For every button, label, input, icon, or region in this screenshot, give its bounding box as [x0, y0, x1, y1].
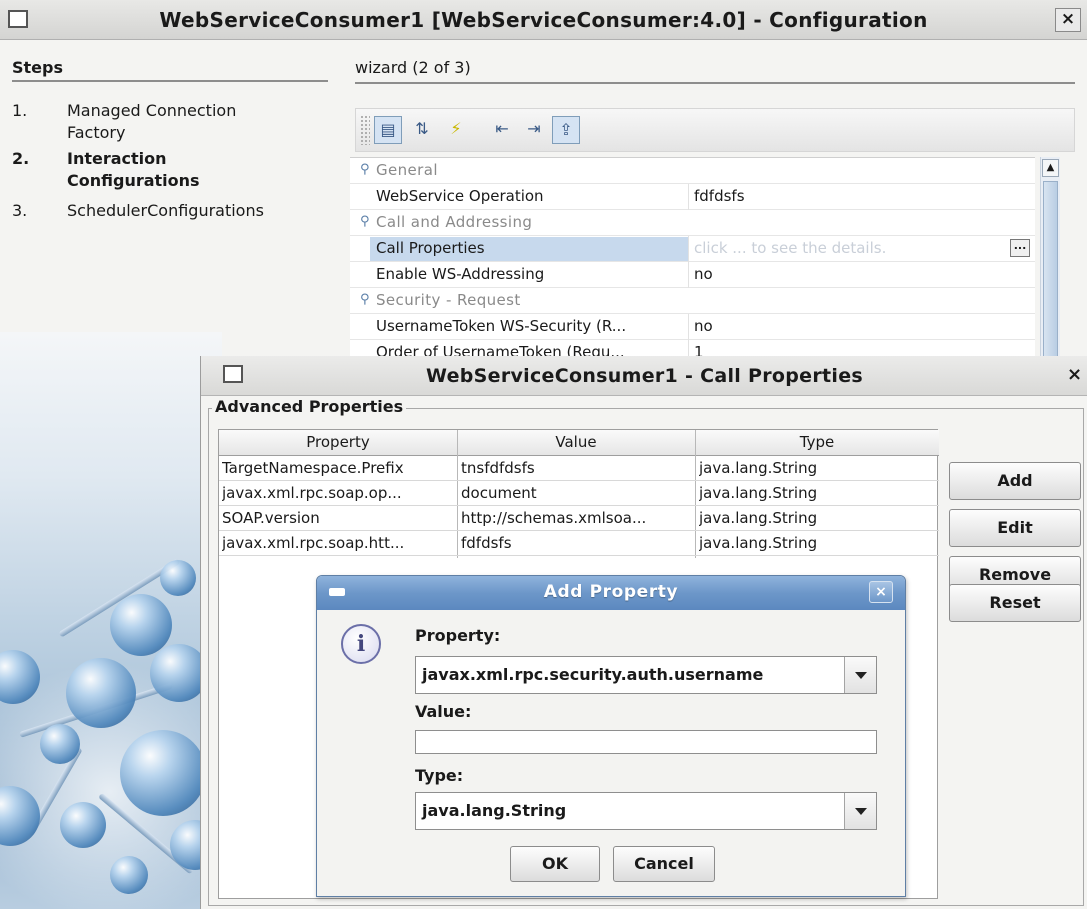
table-row[interactable]: javax.xml.rpc.soap.op... document java.l… — [219, 481, 939, 506]
categorized-view-icon[interactable]: ▤ — [374, 116, 402, 144]
property-sheet-toolbar: ▤ ⇅ ⚡ ⇤ ⇥ ⇪ — [355, 108, 1075, 152]
category-row[interactable]: ⚲ General — [350, 158, 1035, 184]
cell-value: fdfdsfs — [461, 534, 512, 552]
step-label: Interaction Configurations — [67, 149, 200, 190]
wizard-divider — [355, 82, 1075, 84]
category-pin-icon: ⚲ — [360, 292, 370, 307]
steps-heading: Steps — [12, 58, 63, 77]
type-label: Type: — [415, 766, 464, 785]
category-pin-icon: ⚲ — [360, 214, 370, 229]
cancel-button[interactable]: Cancel — [613, 846, 715, 882]
ellipsis-button[interactable]: ... — [1010, 239, 1030, 257]
expand-icon[interactable]: ⇥ — [520, 116, 548, 144]
window-title: WebServiceConsumer1 [WebServiceConsumer:… — [159, 8, 928, 32]
cell-value: tnsfdfdsfs — [461, 459, 535, 477]
property-value[interactable]: fdfdsfs — [694, 187, 1004, 205]
cell-property: TargetNamespace.Prefix — [222, 459, 404, 477]
collapse-icon[interactable]: ⇤ — [488, 116, 516, 144]
dialog-title: Add Property — [543, 582, 679, 602]
property-name: Enable WS-Addressing — [376, 265, 545, 283]
molecule-decoration-image — [0, 332, 222, 909]
add-property-dialog: Add Property × i Property: javax.xml.rpc… — [316, 575, 906, 897]
step-label: SchedulerConfigurations — [67, 201, 264, 220]
chevron-down-icon[interactable] — [844, 657, 876, 693]
category-label: Call and Addressing — [376, 213, 533, 231]
property-combo-value: javax.xml.rpc.security.auth.username — [422, 665, 764, 684]
property-sheet-scrollbar[interactable]: ▲ — [1040, 157, 1060, 357]
info-icon: i — [341, 624, 381, 664]
reset-button[interactable]: Reset — [949, 584, 1081, 622]
dialog-title: WebServiceConsumer1 - Call Properties — [425, 365, 863, 387]
value-label: Value: — [415, 702, 472, 721]
property-row[interactable]: WebService Operation fdfdsfs — [350, 184, 1035, 210]
table-header: Property Value Type — [219, 430, 939, 456]
type-combo[interactable]: java.lang.String — [415, 792, 877, 830]
table-row[interactable]: SOAP.version http://schemas.xmlsoa... ja… — [219, 506, 939, 531]
add-button[interactable]: Add — [949, 462, 1081, 500]
property-row-call-properties[interactable]: Call Properties click ... to see the det… — [350, 236, 1035, 262]
cell-value: http://schemas.xmlsoa... — [461, 509, 647, 527]
category-pin-icon: ⚲ — [360, 162, 370, 177]
ok-button[interactable]: OK — [510, 846, 600, 882]
sort-alphabetical-icon[interactable]: ⇅ — [408, 116, 436, 144]
step-number: 1. — [12, 101, 28, 120]
property-value[interactable]: no — [694, 317, 1004, 335]
property-label: Property: — [415, 626, 501, 645]
table-row[interactable]: javax.xml.rpc.soap.htt... fdfdsfs java.l… — [219, 531, 939, 556]
cell-property: javax.xml.rpc.soap.op... — [222, 484, 402, 502]
dialog-close-button[interactable]: × — [869, 581, 893, 603]
category-row[interactable]: ⚲ Security - Request — [350, 288, 1035, 314]
export-icon[interactable]: ⇪ — [552, 116, 580, 144]
property-value[interactable]: no — [694, 265, 1004, 283]
property-name: WebService Operation — [376, 187, 544, 205]
wizard-heading: wizard (2 of 3) — [355, 58, 471, 77]
category-label: General — [376, 161, 438, 179]
column-header-value[interactable]: Value — [457, 433, 695, 451]
edit-button[interactable]: Edit — [949, 509, 1081, 547]
cell-type: java.lang.String — [699, 509, 818, 527]
category-row[interactable]: ⚲ Call and Addressing — [350, 210, 1035, 236]
group-label: Advanced Properties — [212, 397, 407, 416]
scroll-up-icon[interactable]: ▲ — [1042, 159, 1059, 177]
cell-type: java.lang.String — [699, 534, 818, 552]
window-close-button[interactable]: × — [1055, 8, 1081, 32]
column-header-type[interactable]: Type — [695, 433, 939, 451]
column-header-property[interactable]: Property — [219, 433, 457, 451]
dialog-close-button[interactable]: × — [1067, 364, 1082, 385]
property-sheet: ⚲ General WebService Operation fdfdsfs ⚲… — [350, 157, 1035, 366]
value-field[interactable] — [415, 730, 877, 754]
property-value[interactable]: click ... to see the details. — [694, 239, 1004, 257]
window-titlebar: WebServiceConsumer1 [WebServiceConsumer:… — [0, 0, 1087, 40]
property-row[interactable]: Enable WS-Addressing no — [350, 262, 1035, 288]
steps-divider — [12, 80, 328, 82]
step-number: 3. — [12, 201, 28, 220]
type-combo-value: java.lang.String — [422, 801, 567, 820]
cell-property: SOAP.version — [222, 509, 320, 527]
category-label: Security - Request — [376, 291, 521, 309]
property-row[interactable]: UsernameToken WS-Security (R... no — [350, 314, 1035, 340]
property-name: UsernameToken WS-Security (R... — [376, 317, 627, 335]
cell-property: javax.xml.rpc.soap.htt... — [222, 534, 405, 552]
lightning-icon[interactable]: ⚡ — [442, 116, 470, 144]
step-number: 2. — [12, 149, 30, 168]
toolbar-grip-handle[interactable] — [360, 115, 370, 145]
dialog-titlebar: WebServiceConsumer1 - Call Properties × — [201, 356, 1087, 396]
property-name: Call Properties — [370, 237, 688, 261]
dialog-titlebar: Add Property × — [317, 576, 905, 610]
step-label: Managed Connection Factory — [67, 101, 237, 142]
table-row[interactable]: TargetNamespace.Prefix tnsfdfdsfs java.l… — [219, 456, 939, 481]
cell-type: java.lang.String — [699, 459, 818, 477]
scroll-thumb[interactable] — [1043, 181, 1058, 357]
cell-type: java.lang.String — [699, 484, 818, 502]
cell-value: document — [461, 484, 537, 502]
chevron-down-icon[interactable] — [844, 793, 876, 829]
property-combo[interactable]: javax.xml.rpc.security.auth.username — [415, 656, 877, 694]
